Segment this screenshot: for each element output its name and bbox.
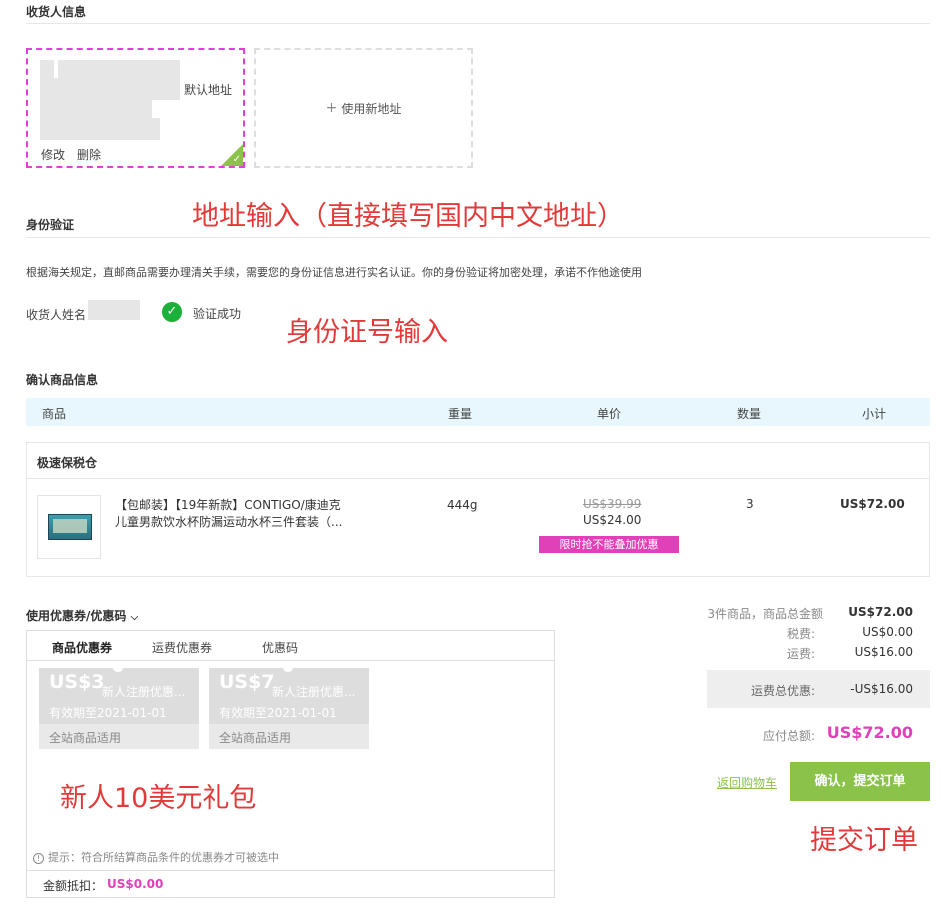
- annotation-submit: 提交订单: [810, 825, 918, 856]
- coupon-section-title: 使用优惠券/优惠码: [26, 609, 127, 623]
- product-quantity: 3: [746, 497, 754, 511]
- coupon-expiry: 有效期至2021-01-01: [49, 706, 167, 720]
- product-price: US$24.00: [583, 513, 642, 527]
- blurred-text: [40, 60, 54, 80]
- annotation-newbie: 新人10美元礼包: [60, 783, 257, 814]
- tax-label: 税费:: [786, 627, 815, 641]
- coupon-amount: US$3: [49, 671, 105, 693]
- coupon-hint-text: 提示：符合所结算商品条件的优惠券才可被选中: [48, 851, 279, 864]
- product-table-header: 商品 重量 单价 数量 小计: [26, 398, 930, 426]
- identity-notice: 根据海关规定，直邮商品需要办理清关手续，需要您的身份证信息进行实名认证。你的身份…: [26, 266, 642, 279]
- product-name-line2[interactable]: 儿童男款饮水杯防漏运动水杯三件套装（...: [115, 513, 342, 530]
- shipping-discount-value: -US$16.00: [850, 682, 913, 696]
- product-name-line1[interactable]: 【包邮装】【19年新款】CONTIGO/康迪克: [115, 496, 341, 513]
- tax-value: US$0.00: [862, 625, 913, 639]
- coupon-notch: [283, 664, 293, 672]
- product-image: [48, 514, 92, 540]
- goods-total-label: 3件商品，商品总金额: [707, 607, 823, 621]
- chevron-down-icon: ⌵: [130, 612, 139, 623]
- blurred-text: [58, 60, 180, 100]
- edit-address-link[interactable]: 修改: [41, 146, 65, 163]
- payable-total-label: 应付总额:: [762, 729, 815, 743]
- promo-badge: 限时抢不能叠加优惠: [539, 536, 679, 553]
- product-weight: 444g: [447, 498, 478, 512]
- deduct-label: 金额抵扣：: [43, 879, 104, 893]
- blurred-text: [40, 118, 160, 140]
- identity-section-title: 身份验证: [26, 218, 75, 232]
- coupon-hint: ! 提示：符合所结算商品条件的优惠券才可被选中: [33, 849, 279, 865]
- blurred-name: [88, 300, 140, 320]
- consignee-section-title: 收货人信息: [26, 5, 87, 19]
- deduct-value: US$0.00: [107, 877, 164, 891]
- divider: [26, 23, 930, 24]
- check-icon: ✓: [232, 154, 241, 165]
- verified-check-icon: ✓: [162, 302, 182, 322]
- submit-order-button[interactable]: 确认，提交订单: [790, 762, 930, 801]
- warehouse-name: 极速保税仓: [37, 456, 98, 470]
- new-address-button[interactable]: + 使用新地址: [254, 48, 473, 168]
- new-address-label: 使用新地址: [341, 101, 402, 116]
- shipping-label: 运费:: [786, 647, 815, 661]
- coupon-card[interactable]: US$3 新人注册优惠... 有效期至2021-01-01 全站商品适用: [39, 664, 199, 749]
- products-section-title: 确认商品信息: [26, 373, 99, 387]
- default-address-tag: 默认地址: [184, 83, 233, 97]
- address-card-default[interactable]: 默认地址 修改 删除 ✓: [26, 48, 245, 168]
- consignee-name-label: 收货人姓名: [26, 308, 87, 322]
- tab-promo-code[interactable]: 优惠码: [262, 639, 298, 656]
- column-header-price: 单价: [597, 407, 622, 421]
- goods-total-value: US$72.00: [848, 605, 913, 619]
- annotation-address: 地址输入（直接填写国内中文地址）: [192, 201, 624, 232]
- coupon-expiry: 有效期至2021-01-01: [219, 706, 337, 720]
- coupon-amount: US$7: [219, 671, 275, 693]
- tab-goods-coupon[interactable]: 商品优惠券: [52, 639, 112, 656]
- product-original-price: US$39.99: [583, 497, 642, 511]
- warehouse-header: 极速保税仓: [27, 443, 929, 479]
- product-thumbnail[interactable]: [37, 495, 101, 559]
- coupon-card[interactable]: US$7 新人注册优惠... 有效期至2021-01-01 全站商品适用: [209, 664, 369, 749]
- info-icon: !: [33, 853, 44, 864]
- product-group: 极速保税仓 【包邮装】【19年新款】CONTIGO/康迪克 儿童男款饮水杯防漏运…: [26, 442, 930, 577]
- coupon-scope: 全站商品适用: [209, 724, 369, 749]
- blurred-text: [40, 98, 152, 120]
- coupon-scope: 全站商品适用: [39, 724, 199, 749]
- column-header-quantity: 数量: [737, 407, 762, 421]
- coupon-notch: [113, 664, 123, 672]
- divider: [26, 237, 930, 238]
- verified-status: 验证成功: [193, 307, 242, 321]
- column-header-subtotal: 小计: [862, 407, 887, 421]
- coupon-name: 新人注册优惠...: [272, 685, 356, 699]
- coupon-toggle[interactable]: 使用优惠券/优惠码 ⌵: [26, 607, 138, 624]
- payable-total-value: US$72.00: [826, 723, 913, 742]
- column-header-product: 商品: [42, 407, 67, 421]
- divider: [27, 870, 554, 871]
- shipping-value: US$16.00: [854, 645, 913, 659]
- plus-icon: +: [325, 100, 338, 116]
- coupon-tabs: 商品优惠券 运费优惠券 优惠码: [27, 631, 554, 661]
- back-to-cart-link[interactable]: 返回购物车: [717, 774, 777, 791]
- coupon-name: 新人注册优惠...: [102, 685, 186, 699]
- shipping-discount-row: 运费总优惠: -US$16.00: [707, 670, 930, 708]
- product-subtotal: US$72.00: [840, 497, 905, 511]
- column-header-weight: 重量: [448, 407, 473, 421]
- annotation-id: 身份证号输入: [286, 317, 448, 348]
- delete-address-link[interactable]: 删除: [77, 146, 101, 163]
- tab-shipping-coupon[interactable]: 运费优惠券: [152, 639, 212, 656]
- shipping-discount-label: 运费总优惠:: [750, 684, 815, 698]
